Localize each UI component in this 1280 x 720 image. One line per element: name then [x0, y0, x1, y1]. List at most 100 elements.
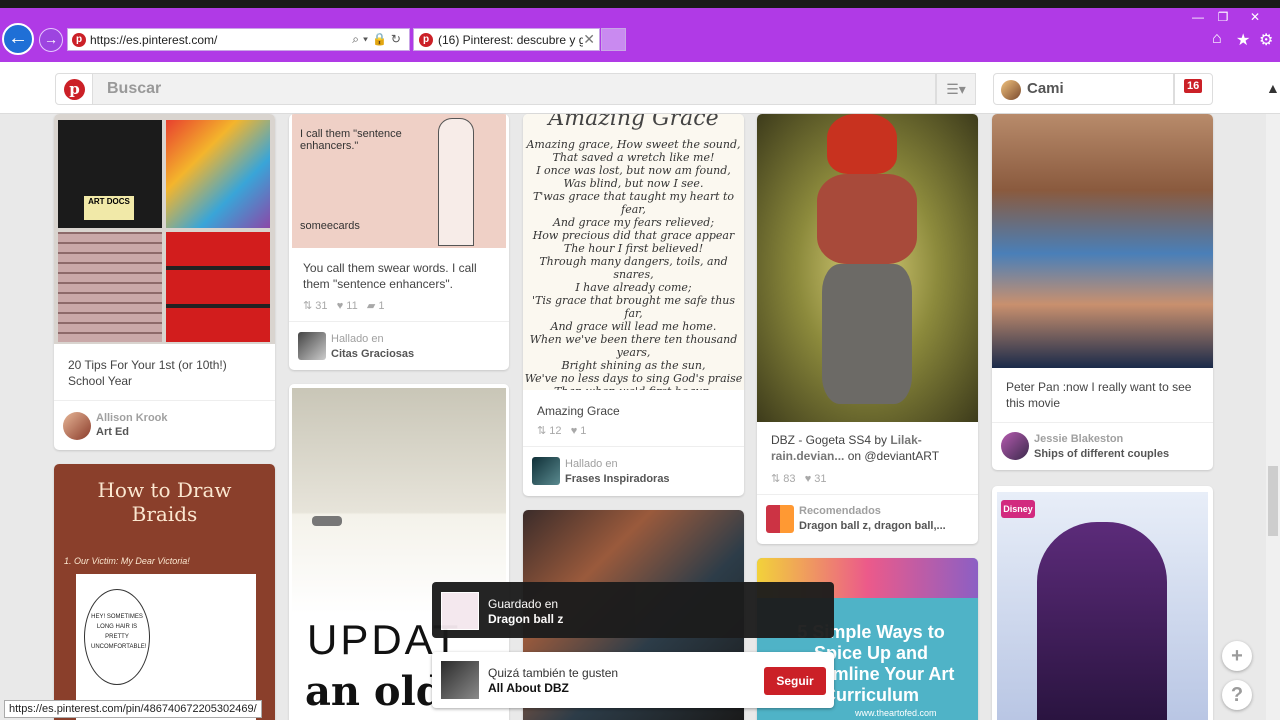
pin-image[interactable]: I call them "sentence enhancers." someec…	[292, 114, 506, 248]
poem-line: T'was grace that taught my heart to fear…	[532, 190, 735, 216]
divider	[289, 321, 509, 322]
search-input[interactable]: Buscar	[93, 73, 936, 105]
poem-line: That saved a wretch like me!	[552, 151, 715, 164]
add-pin-button[interactable]: +	[1222, 641, 1252, 671]
poem-line: Amazing grace, How sweet the sound,	[526, 138, 741, 151]
board-name[interactable]: Frases Inspiradoras	[565, 473, 670, 485]
suggested-board-thumbnail	[441, 661, 479, 699]
pin-image-subtitle: 1. Our Victim: My Dear Victoria!	[64, 556, 190, 566]
like-count: 1	[580, 425, 587, 437]
disney-logo: Disney	[1001, 500, 1035, 518]
pin-image[interactable]	[992, 114, 1213, 368]
settings-gear-icon[interactable]: ⚙	[1259, 30, 1273, 50]
pin-card[interactable]: How to Draw Braids 1. Our Victim: My Dea…	[54, 464, 275, 720]
pin-image[interactable]: Disney	[997, 492, 1208, 720]
notification-badge: 16	[1184, 79, 1203, 93]
pin-image-title: Amazing Grace	[548, 114, 719, 131]
saved-notification[interactable]: Guardado en Dragon ball z	[432, 582, 834, 638]
repin-icon: ⇅	[771, 473, 781, 485]
repin-count: 31	[315, 300, 328, 312]
follow-button[interactable]: Seguir	[764, 667, 826, 695]
title-bar	[0, 0, 1280, 8]
address-tools-icon[interactable]: ⌕▾🔒↻	[352, 32, 405, 47]
pin-description-text: DBZ - Gogeta SS4 by	[771, 433, 891, 447]
suggestion-notification: Quizá también te gusten All About DBZ Se…	[432, 652, 834, 708]
pin-image[interactable]: ART DOCS	[54, 114, 275, 344]
like-count: 31	[814, 473, 827, 485]
pin-image[interactable]	[757, 114, 978, 422]
saved-label: Guardado en	[488, 597, 559, 611]
pin-card[interactable]: Peter Pan :now I really want to see this…	[992, 114, 1213, 470]
board-thumbnail[interactable]	[532, 457, 560, 485]
divider	[757, 494, 978, 495]
pin-card[interactable]: I call them "sentence enhancers." someec…	[289, 114, 509, 370]
speech-bubble: HEY! SOMETIMES LONG HAIR IS PRETTY UNCOM…	[84, 589, 150, 685]
pin-image[interactable]: Amazing Grace Amazing grace, How sweet t…	[523, 114, 744, 390]
board-thumbnail[interactable]	[298, 332, 326, 360]
close-tab-icon[interactable]: ✕	[583, 31, 595, 48]
user-profile-button[interactable]: Cami	[993, 73, 1174, 105]
pin-image-brand: someecards	[300, 220, 360, 232]
pinterest-logo-button[interactable]: p	[55, 73, 93, 105]
pin-image-text: an old	[305, 668, 444, 715]
board-name[interactable]: Ships of different couples	[1034, 448, 1169, 460]
poem-line: Through many dangers, toils, and snares,	[539, 255, 728, 281]
poem-line: 'Tis grace that brought me safe thus far…	[531, 294, 736, 320]
pinterest-favicon-icon: p	[419, 33, 433, 47]
scrollbar-thumb[interactable]	[1268, 466, 1278, 536]
repin-icon: ⇅	[537, 425, 547, 437]
pin-image-title: How to Draw Braids	[97, 478, 232, 526]
pin-description-text: on @deviantART	[844, 449, 940, 463]
heart-icon: ♥	[336, 300, 344, 312]
pinterest-header: p Buscar ☰▾ Cami 16	[0, 62, 1280, 114]
maximize-icon[interactable]: ❐	[1213, 10, 1233, 24]
pin-card[interactable]: DBZ - Gogeta SS4 by Lilak-rain.devian...…	[757, 114, 978, 544]
pin-description[interactable]: Amazing Grace	[537, 403, 620, 419]
via-label: Recomendados	[799, 505, 881, 517]
pin-description[interactable]: You call them swear words. I call them "…	[303, 260, 497, 292]
scrollbar-track[interactable]	[1266, 114, 1280, 720]
favorites-star-icon[interactable]: ★	[1236, 30, 1250, 50]
pin-card[interactable]: Disney	[992, 486, 1213, 720]
suggested-board-name[interactable]: All About DBZ	[488, 681, 569, 695]
tab-title: (16) Pinterest: descubre y g...	[438, 33, 583, 47]
new-tab-button[interactable]	[601, 28, 626, 51]
pin-description[interactable]: 20 Tips For Your 1st (or 10th!) School Y…	[68, 357, 263, 389]
heart-icon: ♥	[570, 425, 578, 437]
pin-card[interactable]: Amazing Grace Amazing grace, How sweet t…	[523, 114, 744, 496]
board-name[interactable]: Art Ed	[96, 426, 129, 438]
tab-pinterest[interactable]: p (16) Pinterest: descubre y g... ✕	[413, 28, 600, 51]
forward-button[interactable]: →	[39, 28, 63, 52]
help-button[interactable]: ?	[1222, 680, 1252, 710]
board-name[interactable]: Dragon ball z, dragon ball,...	[799, 520, 946, 532]
pinner-name[interactable]: Jessie Blakeston	[1034, 433, 1123, 445]
pin-card[interactable]: ART DOCS 20 Tips For Your 1st (or 10th!)…	[54, 114, 275, 450]
poem-line: Than when we'd first begun.	[523, 385, 744, 390]
board-thumbnail[interactable]	[766, 505, 794, 533]
pin-image[interactable]	[292, 388, 506, 614]
home-icon[interactable]: ⌂	[1212, 30, 1222, 48]
pin-image[interactable]: How to Draw Braids 1. Our Victim: My Dea…	[54, 464, 275, 720]
pinner-name[interactable]: Allison Krook	[96, 412, 168, 424]
menu-icon[interactable]: ☰▾	[936, 73, 976, 105]
back-button[interactable]: ←	[2, 23, 34, 55]
poem-line: I once was lost, but now am found,	[536, 164, 731, 177]
heart-icon: ♥	[804, 473, 812, 485]
address-url: https://es.pinterest.com/	[90, 33, 218, 47]
notifications-button[interactable]: 16	[1174, 73, 1213, 105]
pinterest-logo-icon: p	[64, 79, 85, 100]
divider	[992, 422, 1213, 423]
avatar[interactable]	[1001, 432, 1029, 460]
scroll-up-icon[interactable]: ▲	[1266, 80, 1280, 100]
avatar[interactable]	[63, 412, 91, 440]
address-bar[interactable]: p https://es.pinterest.com/ ⌕▾🔒↻	[67, 28, 410, 51]
pin-description[interactable]: Peter Pan :now I really want to see this…	[1006, 379, 1201, 411]
poem-text: Amazing grace, How sweet the sound, That …	[523, 138, 744, 390]
saved-board-name[interactable]: Dragon ball z	[488, 612, 563, 626]
pin-image-label: ART DOCS	[84, 196, 134, 220]
pin-description[interactable]: DBZ - Gogeta SS4 by Lilak-rain.devian...…	[771, 432, 966, 464]
board-name[interactable]: Citas Graciosas	[331, 348, 414, 360]
close-window-icon[interactable]: ✕	[1245, 10, 1265, 24]
minimize-icon[interactable]: —	[1188, 10, 1208, 24]
poem-line: I have already come;	[575, 281, 692, 294]
